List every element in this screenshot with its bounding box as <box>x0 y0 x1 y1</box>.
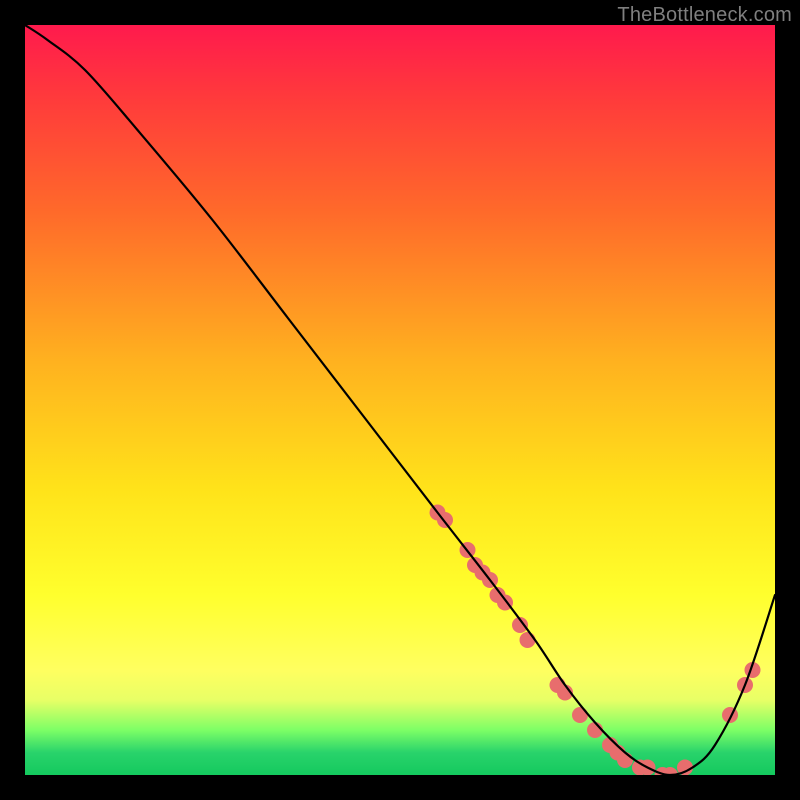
scatter-point <box>572 707 588 723</box>
scatter-points-group <box>430 505 761 776</box>
scatter-point <box>520 632 536 648</box>
gradient-plot-area <box>25 25 775 775</box>
bottleneck-curve-line <box>25 25 775 775</box>
chart-svg <box>25 25 775 775</box>
scatter-point <box>617 752 633 768</box>
watermark-text: TheBottleneck.com <box>617 4 792 27</box>
black-frame: TheBottleneck.com <box>0 0 800 800</box>
